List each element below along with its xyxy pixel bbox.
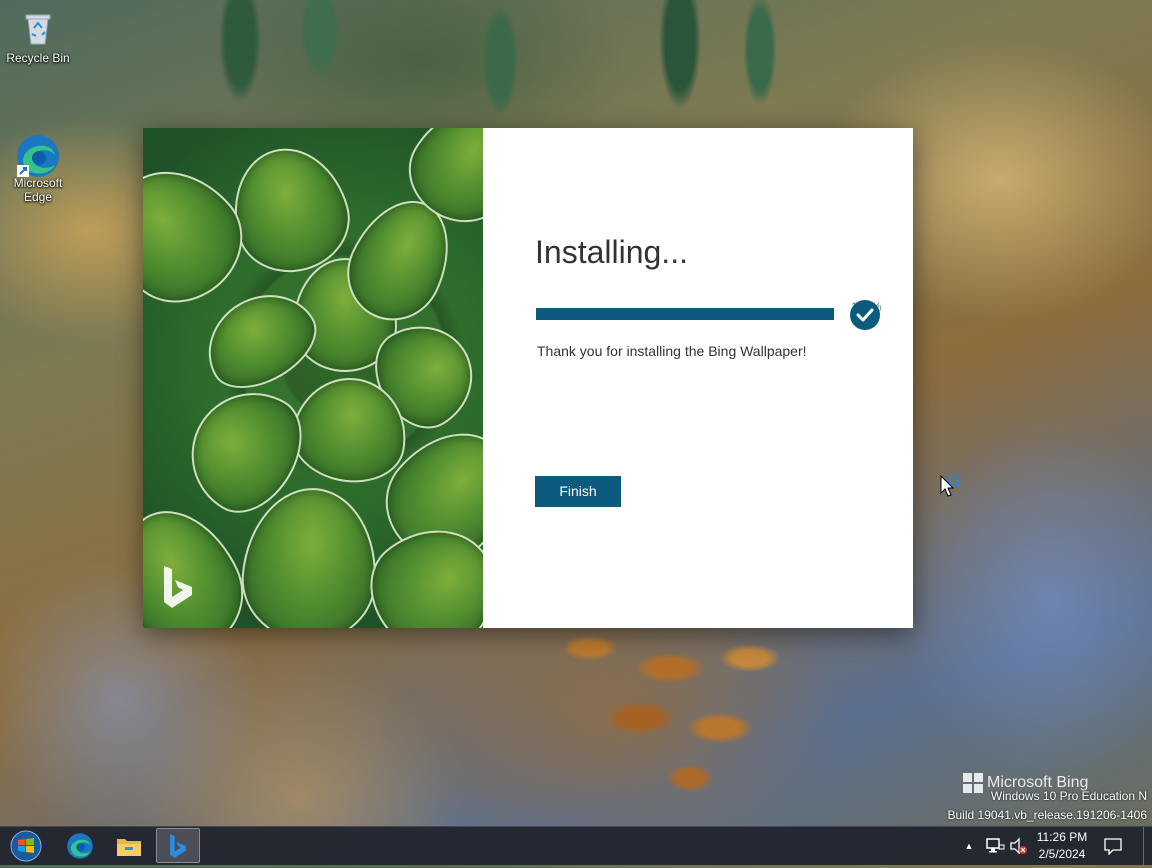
edge-icon: [67, 832, 93, 859]
clock-time: 11:26 PM: [1036, 830, 1088, 844]
clock-date: 2/5/2024: [1038, 847, 1086, 861]
installer-window: Installing... 100% Thank you for install…: [143, 128, 960, 628]
file-explorer-icon: [117, 838, 141, 856]
show-desktop-button[interactable]: [1143, 827, 1152, 865]
background-butterflies: [550, 628, 810, 798]
show-hidden-icons-chevron[interactable]: ▲: [962, 841, 976, 851]
bing-wallpaper-icon: [170, 833, 186, 858]
progress-fill: [536, 308, 834, 320]
recycle-bin-icon: [18, 8, 58, 48]
taskbar-bing-wallpaper-button[interactable]: [156, 828, 200, 863]
desktop-icon-label: Recycle Bin: [6, 51, 70, 65]
edge-icon: [17, 119, 59, 177]
desktop-icon-microsoft-edge[interactable]: Microsoft Edge: [0, 105, 76, 218]
taskbar-edge-button[interactable]: [58, 828, 102, 863]
action-center-icon[interactable]: [1104, 837, 1122, 855]
completion-message: Thank you for installing the Bing Wallpa…: [537, 343, 807, 359]
bing-logo-icon: [164, 566, 192, 608]
checkmark-icon: [850, 300, 880, 330]
hero-image-succulent: [143, 128, 483, 628]
installer-content: Installing... 100% Thank you for install…: [483, 128, 960, 628]
system-tray: ▲: [962, 827, 1027, 865]
watermark-build: Build 19041.vb_release.191206-1406: [947, 808, 1148, 822]
watermark-edition: Windows 10 Pro Education N: [990, 789, 1147, 803]
desktop-icon-label: Microsoft Edge: [13, 176, 63, 204]
page-title: Installing...: [535, 234, 688, 270]
windows-start-icon[interactable]: [5, 829, 47, 863]
taskbar-clock[interactable]: 11:26 PM 2/5/2024: [1030, 829, 1094, 863]
install-progress-bar: [536, 308, 834, 320]
windows-edition-watermark: Windows 10 Pro Education N Build 19041.v…: [948, 775, 1148, 825]
taskbar: ▲ 11:26 PM 2/5/2024: [0, 826, 1152, 865]
taskbar-file-explorer-button[interactable]: [107, 828, 151, 863]
background-leaves: [200, 0, 820, 130]
desktop-icon-recycle-bin[interactable]: Recycle Bin: [0, 8, 76, 65]
volume-muted-icon[interactable]: [1009, 837, 1027, 855]
network-icon[interactable]: [985, 837, 1005, 855]
finish-button[interactable]: Finish: [535, 476, 621, 507]
busy-cursor-icon: [940, 475, 960, 497]
